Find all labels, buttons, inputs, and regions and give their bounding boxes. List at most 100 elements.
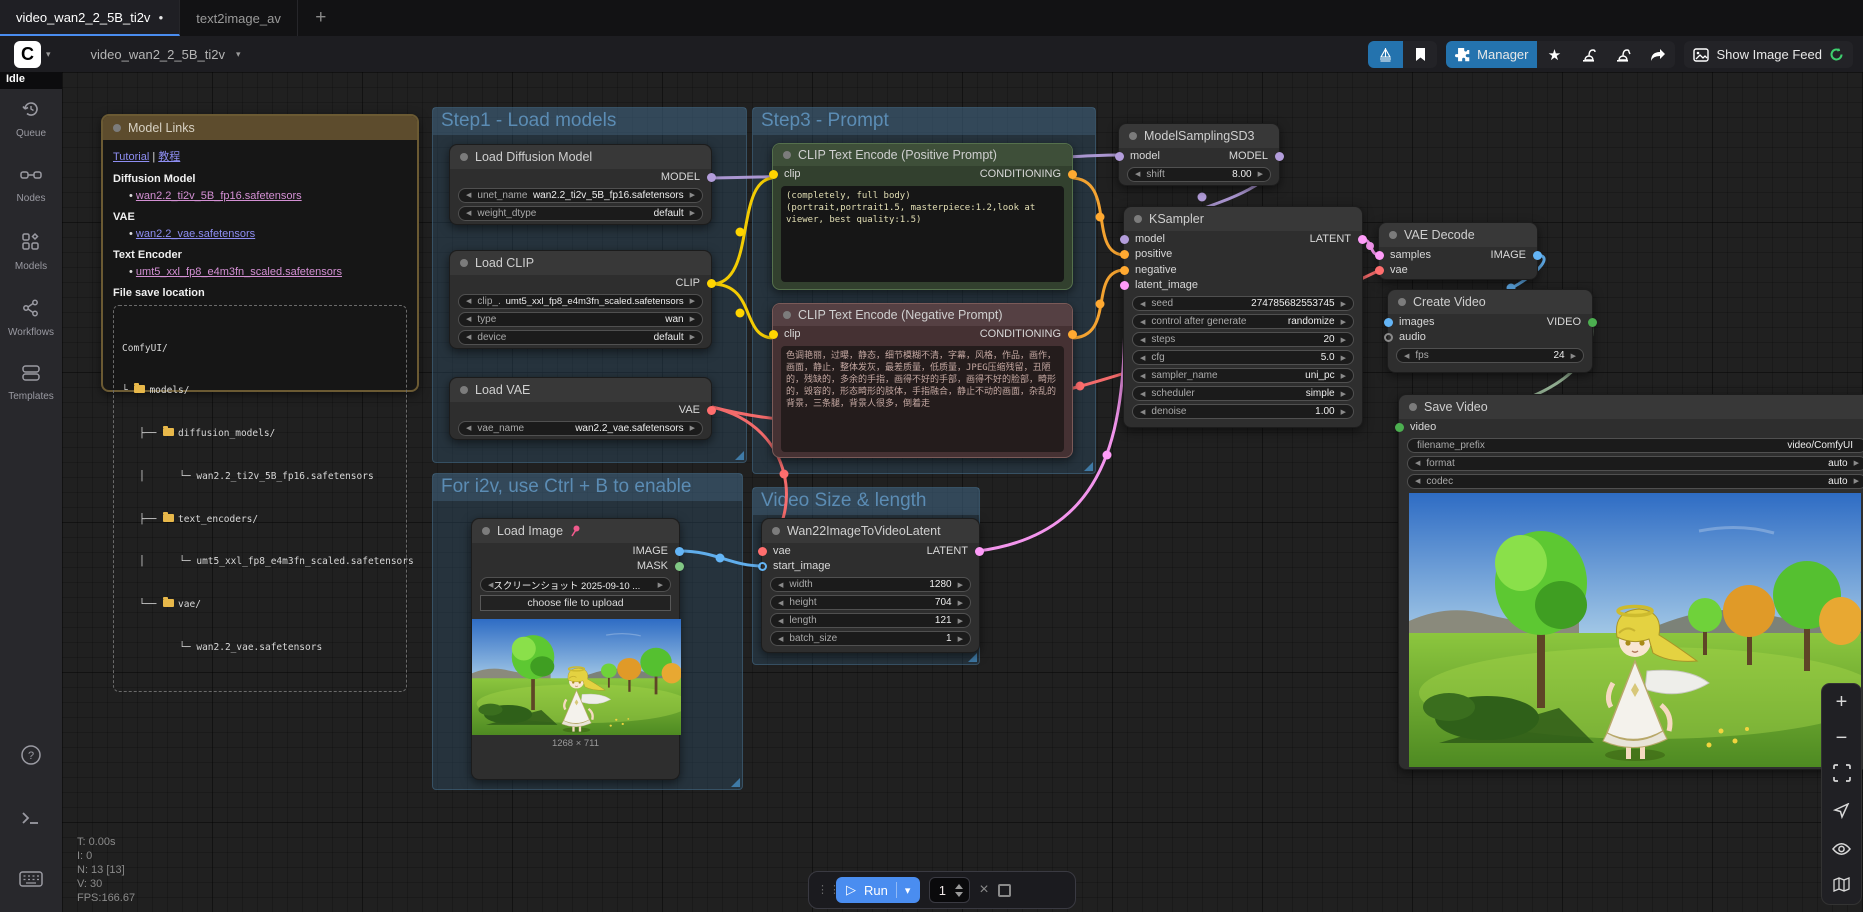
next-arrow-icon[interactable] [690,191,695,199]
vae-link[interactable]: wan2.2_vae.safetensors [136,228,255,240]
next-arrow-icon[interactable] [1341,318,1346,326]
widget-vae-name[interactable]: vae_namewan2.2_vae.safetensors [458,421,703,436]
node-graph-canvas[interactable]: Step1 - Load models Step3 - Prompt For i… [62,72,1863,912]
collapse-dot[interactable] [1129,132,1137,140]
input-port-video[interactable] [1395,423,1404,432]
next-arrow-icon[interactable] [690,315,695,323]
help-button[interactable]: ? [0,744,62,771]
next-arrow-icon[interactable] [690,333,695,341]
output-port-mask[interactable] [675,562,684,571]
share-button[interactable] [1641,41,1675,68]
prev-arrow-icon[interactable] [1404,352,1409,360]
input-port-positive[interactable] [1120,250,1129,259]
next-arrow-icon[interactable] [1341,390,1346,398]
output-port-latent[interactable] [975,547,984,556]
collapse-dot[interactable] [783,151,791,159]
collapse-dot[interactable] [1134,215,1142,223]
sidebar-item-templates[interactable]: Templates [0,364,62,402]
decrement-icon[interactable] [955,892,963,897]
widget-fps[interactable]: fps24 [1396,348,1584,363]
output-port-image[interactable] [1533,251,1542,260]
widget-batch-size[interactable]: batch_size1 [770,631,971,646]
prev-arrow-icon[interactable] [466,424,471,432]
input-port-vae[interactable] [1375,266,1384,275]
output-port-latent[interactable] [1358,235,1367,244]
run-options-chevron-icon[interactable]: ▾ [905,884,911,897]
input-port-vae[interactable] [758,547,767,556]
prev-arrow-icon[interactable] [1140,300,1145,308]
next-arrow-icon[interactable] [1341,408,1346,416]
cancel-button[interactable]: × [979,881,988,899]
node-model-sampling-sd3[interactable]: ModelSamplingSD3 modelMODEL shift8.00 [1118,123,1280,186]
input-port-negative[interactable] [1120,266,1129,275]
node-clip-text-encode-positive[interactable]: CLIP Text Encode (Positive Prompt) clipC… [772,143,1073,290]
widget-denoise[interactable]: denoise1.00 [1132,404,1354,419]
widget-type[interactable]: typewan [458,312,703,327]
zoom-in-button[interactable]: + [1822,692,1861,712]
fit-view-button[interactable] [1822,764,1861,786]
node-load-image[interactable]: Load Image IMAGE MASK スクリーンショット 2025-09-… [471,518,680,780]
sidebar-item-queue[interactable]: Queue [0,99,62,139]
prev-arrow-icon[interactable] [1140,336,1145,344]
output-port-model[interactable] [707,173,716,182]
input-port-clip[interactable] [769,330,778,339]
sidebar-item-models[interactable]: Models [0,232,62,272]
next-arrow-icon[interactable] [658,581,663,589]
toggle-visibility-button[interactable] [1822,840,1861,860]
prev-arrow-icon[interactable] [778,599,783,607]
next-arrow-icon[interactable] [1258,170,1263,178]
prev-arrow-icon[interactable] [466,315,471,323]
input-port-samples[interactable] [1375,251,1384,260]
next-arrow-icon[interactable] [690,297,695,305]
collapse-dot[interactable] [460,386,468,394]
batch-count-stepper[interactable]: 1 [929,877,970,903]
diffusion-model-link[interactable]: wan2.2_ti2v_5B_fp16.safetensors [136,190,302,202]
prev-arrow-icon[interactable] [778,635,783,643]
collapse-dot[interactable] [1389,231,1397,239]
prev-arrow-icon[interactable] [778,581,783,589]
collapse-dot[interactable] [1398,298,1406,306]
node-load-clip[interactable]: Load CLIP CLIP clip_...umt5_xxl_fp8_e4m3… [449,250,712,349]
collapse-dot[interactable] [783,311,791,319]
collapse-dot[interactable] [772,527,780,535]
prev-arrow-icon[interactable] [1140,354,1145,362]
prev-arrow-icon[interactable] [466,191,471,199]
widget-cfg[interactable]: cfg5.0 [1132,350,1354,365]
next-arrow-icon[interactable] [1341,354,1346,362]
input-port-audio[interactable] [1384,333,1393,342]
widget-length[interactable]: length121 [770,613,971,628]
widget-width[interactable]: width1280 [770,577,971,592]
next-arrow-icon[interactable] [690,424,695,432]
widget-control-after-generate[interactable]: control after generaterandomize [1132,314,1354,329]
collapse-dot[interactable] [482,527,490,535]
tab-video-wan[interactable]: video_wan2_2_5B_ti2v ● [0,0,180,36]
widget-shift[interactable]: shift8.00 [1127,167,1271,182]
drag-handle[interactable]: ⋮⋮ [817,887,827,894]
output-port-clip[interactable] [707,279,716,288]
prev-arrow-icon[interactable] [466,333,471,341]
collapse-dot[interactable] [460,153,468,161]
output-port-video[interactable] [1588,318,1597,327]
next-arrow-icon[interactable] [1341,336,1346,344]
input-port-start-image[interactable] [758,562,767,571]
manager-button[interactable]: Manager [1446,41,1537,68]
shortcuts-button[interactable] [0,870,62,893]
prev-arrow-icon[interactable] [1415,459,1420,467]
prev-arrow-icon[interactable] [1140,318,1145,326]
next-arrow-icon[interactable] [1341,372,1346,380]
increment-icon[interactable] [955,884,963,889]
minimap-button[interactable] [1822,876,1861,896]
favorites-button[interactable]: ★ [1537,41,1571,68]
collapse-dot[interactable] [460,259,468,267]
prev-arrow-icon[interactable] [778,617,783,625]
prev-arrow-icon[interactable] [1415,477,1420,485]
node-model-links-note[interactable]: Model Links Tutorial | 教程 Diffusion Mode… [101,114,419,392]
collapse-dot[interactable] [113,124,121,132]
workflow-name-dropdown[interactable]: video_wan2_2_5B_ti2v ▾ [91,47,241,62]
prev-arrow-icon[interactable] [1140,372,1145,380]
prev-arrow-icon[interactable] [1140,390,1145,398]
prev-arrow-icon[interactable] [1140,408,1145,416]
prev-arrow-icon[interactable] [1135,170,1140,178]
widget-codec[interactable]: codecauto [1407,474,1863,489]
collapse-dot[interactable] [1409,403,1417,411]
